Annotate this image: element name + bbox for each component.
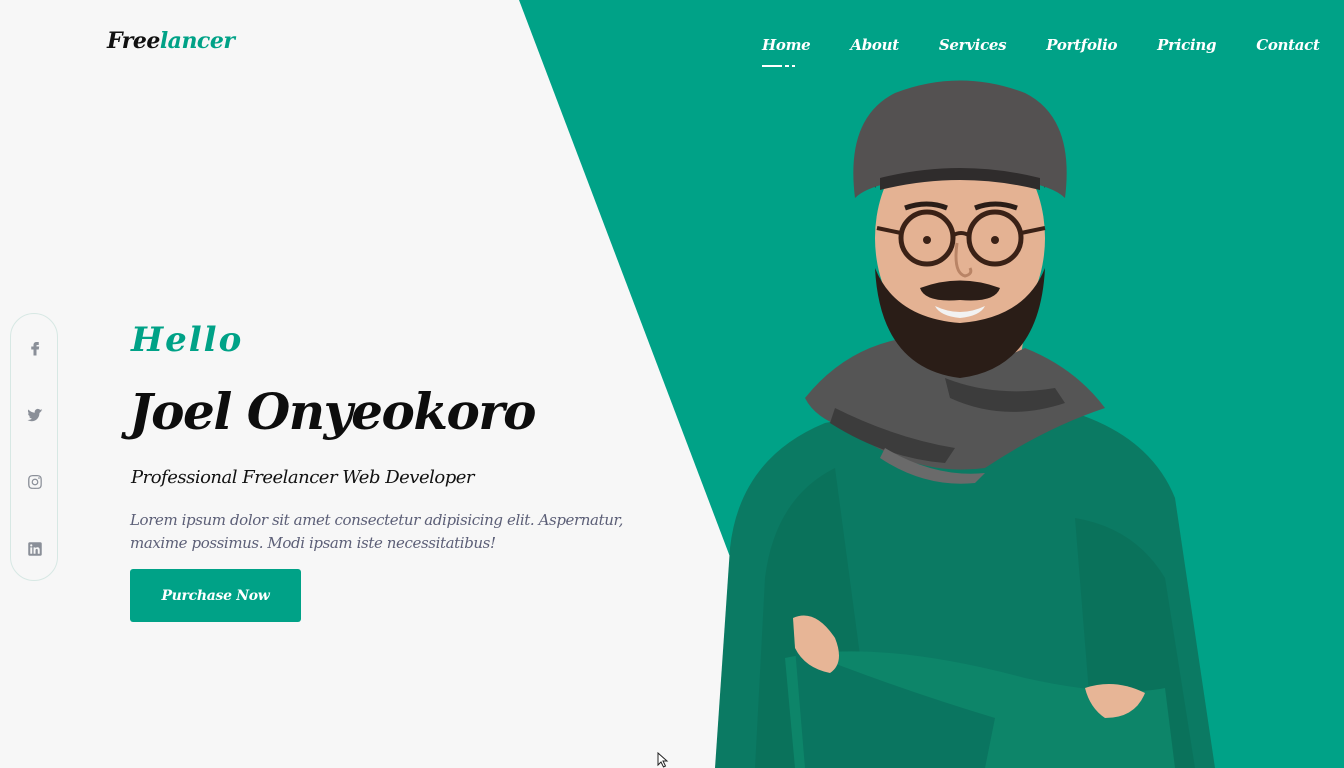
instagram-icon[interactable] [25,472,45,492]
nav-item-label: Home [762,36,811,54]
logo-text-primary: Free [107,28,160,54]
purchase-now-button[interactable]: Purchase Now [130,569,301,622]
facebook-icon[interactable] [25,338,45,358]
nav-item-contact[interactable]: Contact [1256,36,1320,54]
nav-item-portfolio[interactable]: Portfolio [1046,36,1117,54]
active-nav-indicator [762,65,796,67]
logo-text-accent: lancer [159,28,235,54]
nav-item-home[interactable]: Home [762,36,811,67]
nav-item-label: Services [938,36,1007,54]
hero-name: Joel Onyeokoro [129,382,537,441]
nav-item-label: Contact [1256,36,1320,54]
mouse-cursor-icon [657,752,669,768]
hero-greeting: Hello [131,320,244,360]
nav-item-label: Pricing [1157,36,1217,54]
nav-item-label: About [850,36,899,54]
hero-portrait-image [715,80,1215,768]
hero-description: Lorem ipsum dolor sit amet consectetur a… [130,511,623,552]
page: Freelancer Home About Services Portfolio… [0,0,1344,768]
nav-item-label: Portfolio [1046,36,1118,54]
linkedin-icon[interactable] [25,539,45,559]
nav-item-services[interactable]: Services [938,36,1007,54]
social-links-bar [10,313,58,581]
nav-item-pricing[interactable]: Pricing [1157,36,1216,54]
main-nav: Home About Services Portfolio Pricing Co… [762,36,1320,67]
hero-title: Professional Freelancer Web Developer [131,467,475,488]
nav-item-about[interactable]: About [850,36,899,54]
twitter-icon[interactable] [25,405,45,425]
site-logo[interactable]: Freelancer [107,28,235,54]
